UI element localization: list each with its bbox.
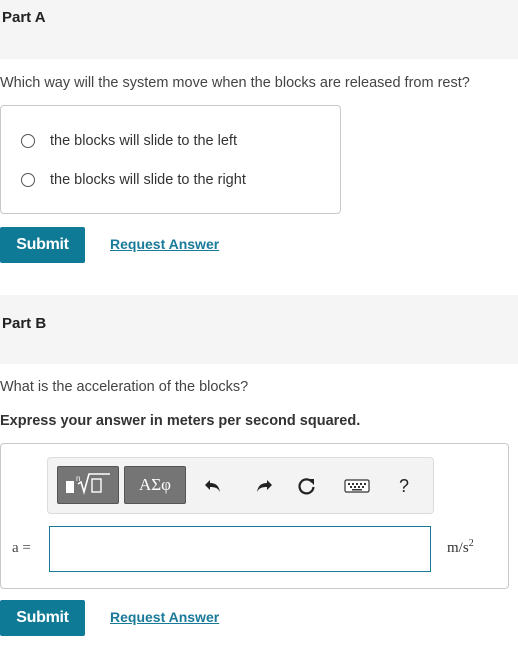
option-slide-right[interactable]: the blocks will slide to the right [21,170,246,190]
reset-icon[interactable] [297,476,317,496]
part-a-header: Part A [0,0,518,59]
redo-icon[interactable] [254,476,274,496]
units-base: m/s [447,540,469,556]
option-slide-left[interactable]: the blocks will slide to the left [21,131,237,151]
part-b-submit-button[interactable]: Submit [0,600,85,636]
part-a-title: Part A [2,9,46,26]
radio-button[interactable] [21,173,35,187]
part-b-request-answer-link[interactable]: Request Answer [110,609,219,625]
radio-button[interactable] [21,134,35,148]
keyboard-icon[interactable] [344,476,370,496]
units-label: m/s2 [447,538,474,557]
math-toolbar: n ΑΣφ ? [47,457,434,514]
part-b-question: What is the acceleration of the blocks? [0,379,249,395]
part-b-title: Part B [2,315,47,332]
help-icon[interactable]: ? [394,476,414,496]
option-label: the blocks will slide to the left [50,133,237,149]
part-a-question: Which way will the system move when the … [0,75,470,91]
templates-icon: n [62,470,114,501]
part-b-header: Part B [0,295,518,364]
svg-text:n: n [76,474,80,483]
option-label: the blocks will slide to the right [50,172,246,188]
part-a-submit-button[interactable]: Submit [0,227,85,263]
answer-input[interactable] [49,526,431,572]
templates-button[interactable]: n [57,466,119,504]
part-b-instruction: Express your answer in meters per second… [0,413,361,429]
part-a-request-answer-link[interactable]: Request Answer [110,236,219,252]
units-exponent: 2 [468,538,474,549]
undo-icon[interactable] [203,476,223,496]
answer-options: the blocks will slide to the left the bl… [0,105,341,214]
variable-label: a = [12,540,31,556]
symbols-button[interactable]: ΑΣφ [124,466,186,504]
